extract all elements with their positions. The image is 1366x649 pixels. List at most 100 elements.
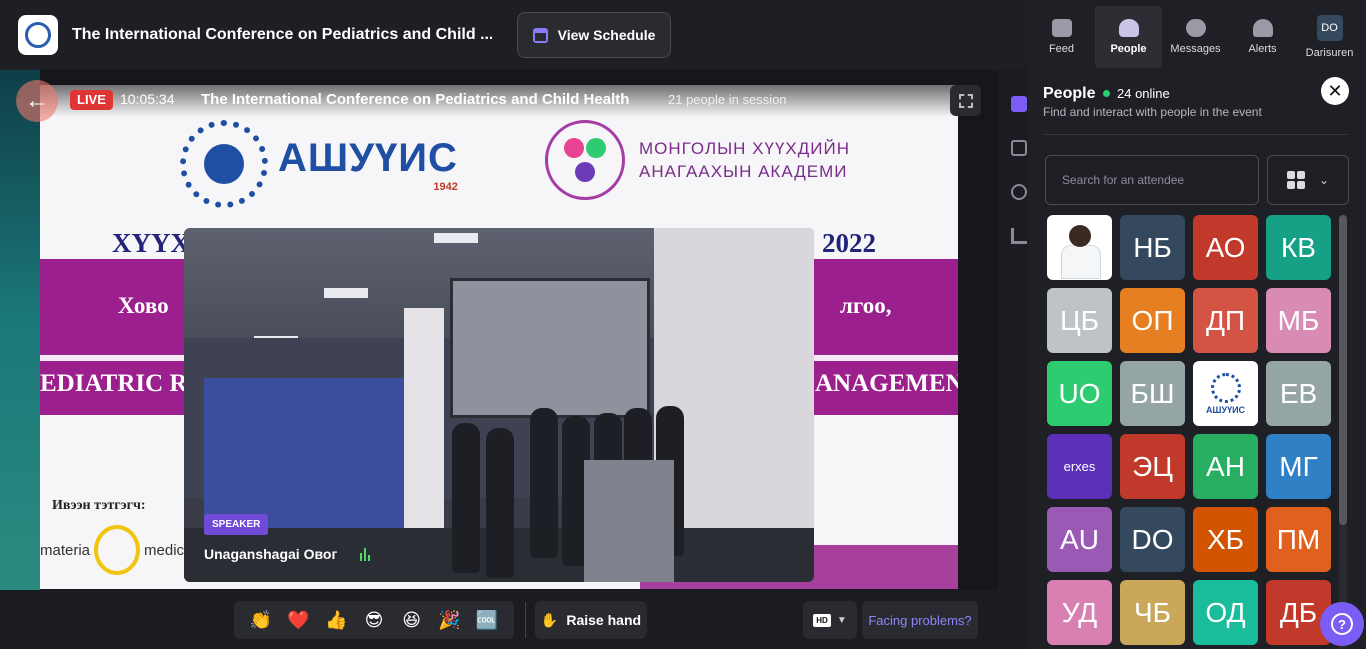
avatar-initials: БШ [1130,377,1175,409]
event-title: The International Conference on Pediatri… [72,26,492,43]
avatar-initials: ОД [1205,596,1246,628]
avatar-initials: КВ [1281,231,1316,263]
chevron-down-icon: ▼ [836,614,847,626]
reaction-thumbs-up-button[interactable]: 👍 [322,610,350,631]
avatar-initials: АН [1206,450,1245,482]
reaction-heart-button[interactable]: ❤️ [285,610,313,631]
raise-hand-label: Raise hand [566,612,642,628]
attendee-avatar[interactable]: МБ [1266,288,1331,353]
attendee-avatar[interactable]: erxes [1047,434,1112,499]
academy-seal-icon [545,120,625,200]
virtual-event-app: The International Conference on Pediatri… [0,0,1366,649]
hd-icon: HD [813,613,831,627]
attendee-photo-avatar[interactable] [1047,215,1112,280]
slide-heading-left: XYYX [112,228,190,258]
slide-heading-right: 2022 [822,228,876,258]
facing-problems-button[interactable]: Facing problems? [862,601,978,639]
reaction-party-button[interactable]: 🎉 [435,610,463,631]
attendee-avatar[interactable]: ХБ [1193,507,1258,572]
attendee-avatar[interactable]: БШ [1120,361,1185,426]
nav-alerts[interactable]: Alerts [1229,6,1296,68]
attendee-avatar[interactable]: ДБ [1266,580,1331,645]
people-title: People [1043,85,1096,102]
nav-profile[interactable]: DO Darisuren [1296,6,1363,68]
close-icon: ✕ [1327,80,1343,101]
back-button[interactable]: ← [16,80,58,122]
attendee-avatar[interactable]: AU [1047,507,1112,572]
attendee-avatar[interactable]: НБ [1120,215,1185,280]
view-schedule-label: View Schedule [557,27,656,43]
reaction-cool-button[interactable]: 😎 [360,610,388,631]
quality-selector[interactable]: HD ▼ [803,601,857,639]
university-seal-icon [1210,372,1241,403]
reaction-laugh-button[interactable]: 😆 [398,610,426,631]
avatar-initials: ДБ [1279,596,1318,628]
attendee-avatar[interactable]: АН [1193,434,1258,499]
slide-org1: АШУҮИС 1942 [180,120,458,208]
slide-sponsor-label: Ивээн тэтгэгч: [52,498,146,513]
people-subtitle: Find and interact with people in the eve… [1043,105,1262,119]
nav-profile-label: Darisuren [1305,47,1354,59]
profile-avatar: DO [1316,15,1343,41]
nav-alerts-label: Alerts [1248,43,1277,55]
attendee-avatar[interactable]: DO [1120,507,1185,572]
slide-band-text-left: Хово [118,293,169,318]
attendee-avatar[interactable]: АО [1193,215,1258,280]
nav-people[interactable]: People [1095,6,1162,68]
avatar-initials: НБ [1133,231,1172,263]
avatar-initials: ХБ [1206,523,1245,555]
live-badge: LIVE [70,90,113,110]
panel-nav: Feed People Messages Alerts DO Darisuren [1028,0,1366,70]
attendee-logo-avatar[interactable]: АШУҮИС [1193,361,1258,426]
rail-chat-icon[interactable] [1011,96,1027,112]
nav-people-label: People [1110,43,1147,55]
rail-polls-icon[interactable] [1011,228,1027,244]
attendee-avatar[interactable]: МГ [1266,434,1331,499]
reaction-clap-button[interactable]: 👏 [247,610,275,631]
view-schedule-button[interactable]: View Schedule [517,12,671,58]
attendee-avatar[interactable]: КВ [1266,215,1331,280]
avatar-initials: ОП [1131,304,1174,336]
attendee-avatar[interactable]: UO [1047,361,1112,426]
slide-org2-line1: МОНГОЛЫН ХҮҮХДИЙН [639,139,850,158]
logo-mark-icon [25,22,51,48]
avatar-initials: ДП [1205,304,1246,336]
rail-qna-icon[interactable] [1011,140,1027,156]
speaker-video[interactable] [184,228,814,582]
attendee-avatar[interactable]: ОД [1193,580,1258,645]
messages-icon [1185,19,1206,37]
attendee-scroll-thumb[interactable] [1339,215,1347,525]
avatar-initials: ЧБ [1133,596,1172,628]
help-button[interactable]: ? [1320,602,1364,646]
fullscreen-button[interactable] [950,85,981,116]
event-logo[interactable] [18,15,58,55]
attendee-avatar[interactable]: ОП [1120,288,1185,353]
attendee-avatar[interactable]: УД [1047,580,1112,645]
avatar-initials: erxes [1063,459,1096,474]
nav-messages[interactable]: Messages [1162,6,1229,68]
slide-band-text-right: лгоо, [840,293,892,318]
nav-feed[interactable]: Feed [1028,6,1095,68]
attendee-avatar[interactable]: ЕВ [1266,361,1331,426]
attendee-avatar[interactable]: ЭЦ [1120,434,1185,499]
avatar-initials: ПМ [1276,523,1321,555]
slide-org1-year: 1942 [433,180,458,193]
attendee-avatar[interactable]: ДП [1193,288,1258,353]
online-status-dot [1103,90,1110,97]
question-icon: ? [1331,613,1353,635]
close-panel-button[interactable]: ✕ [1321,77,1349,105]
slide-band2-text-right: ANAGEMEN [815,370,958,397]
view-mode-selector[interactable]: ⌄ [1267,155,1349,205]
attendee-avatar[interactable]: ЦБ [1047,288,1112,353]
attendee-search-input[interactable] [1045,155,1259,205]
attendee-avatar[interactable]: ПМ [1266,507,1331,572]
avatar-initials: ЦБ [1059,304,1100,336]
raise-hand-button[interactable]: ✋ Raise hand [535,601,647,639]
rail-people-icon[interactable] [1011,184,1027,200]
nav-feed-label: Feed [1048,43,1075,55]
reaction-wow-button[interactable]: 🆒 [473,610,501,631]
avatar-initials: АО [1205,231,1246,263]
slide-org2-line2: АНАГААХЫН АКАДЕМИ [639,162,848,181]
calendar-icon [532,27,548,43]
attendee-avatar[interactable]: ЧБ [1120,580,1185,645]
